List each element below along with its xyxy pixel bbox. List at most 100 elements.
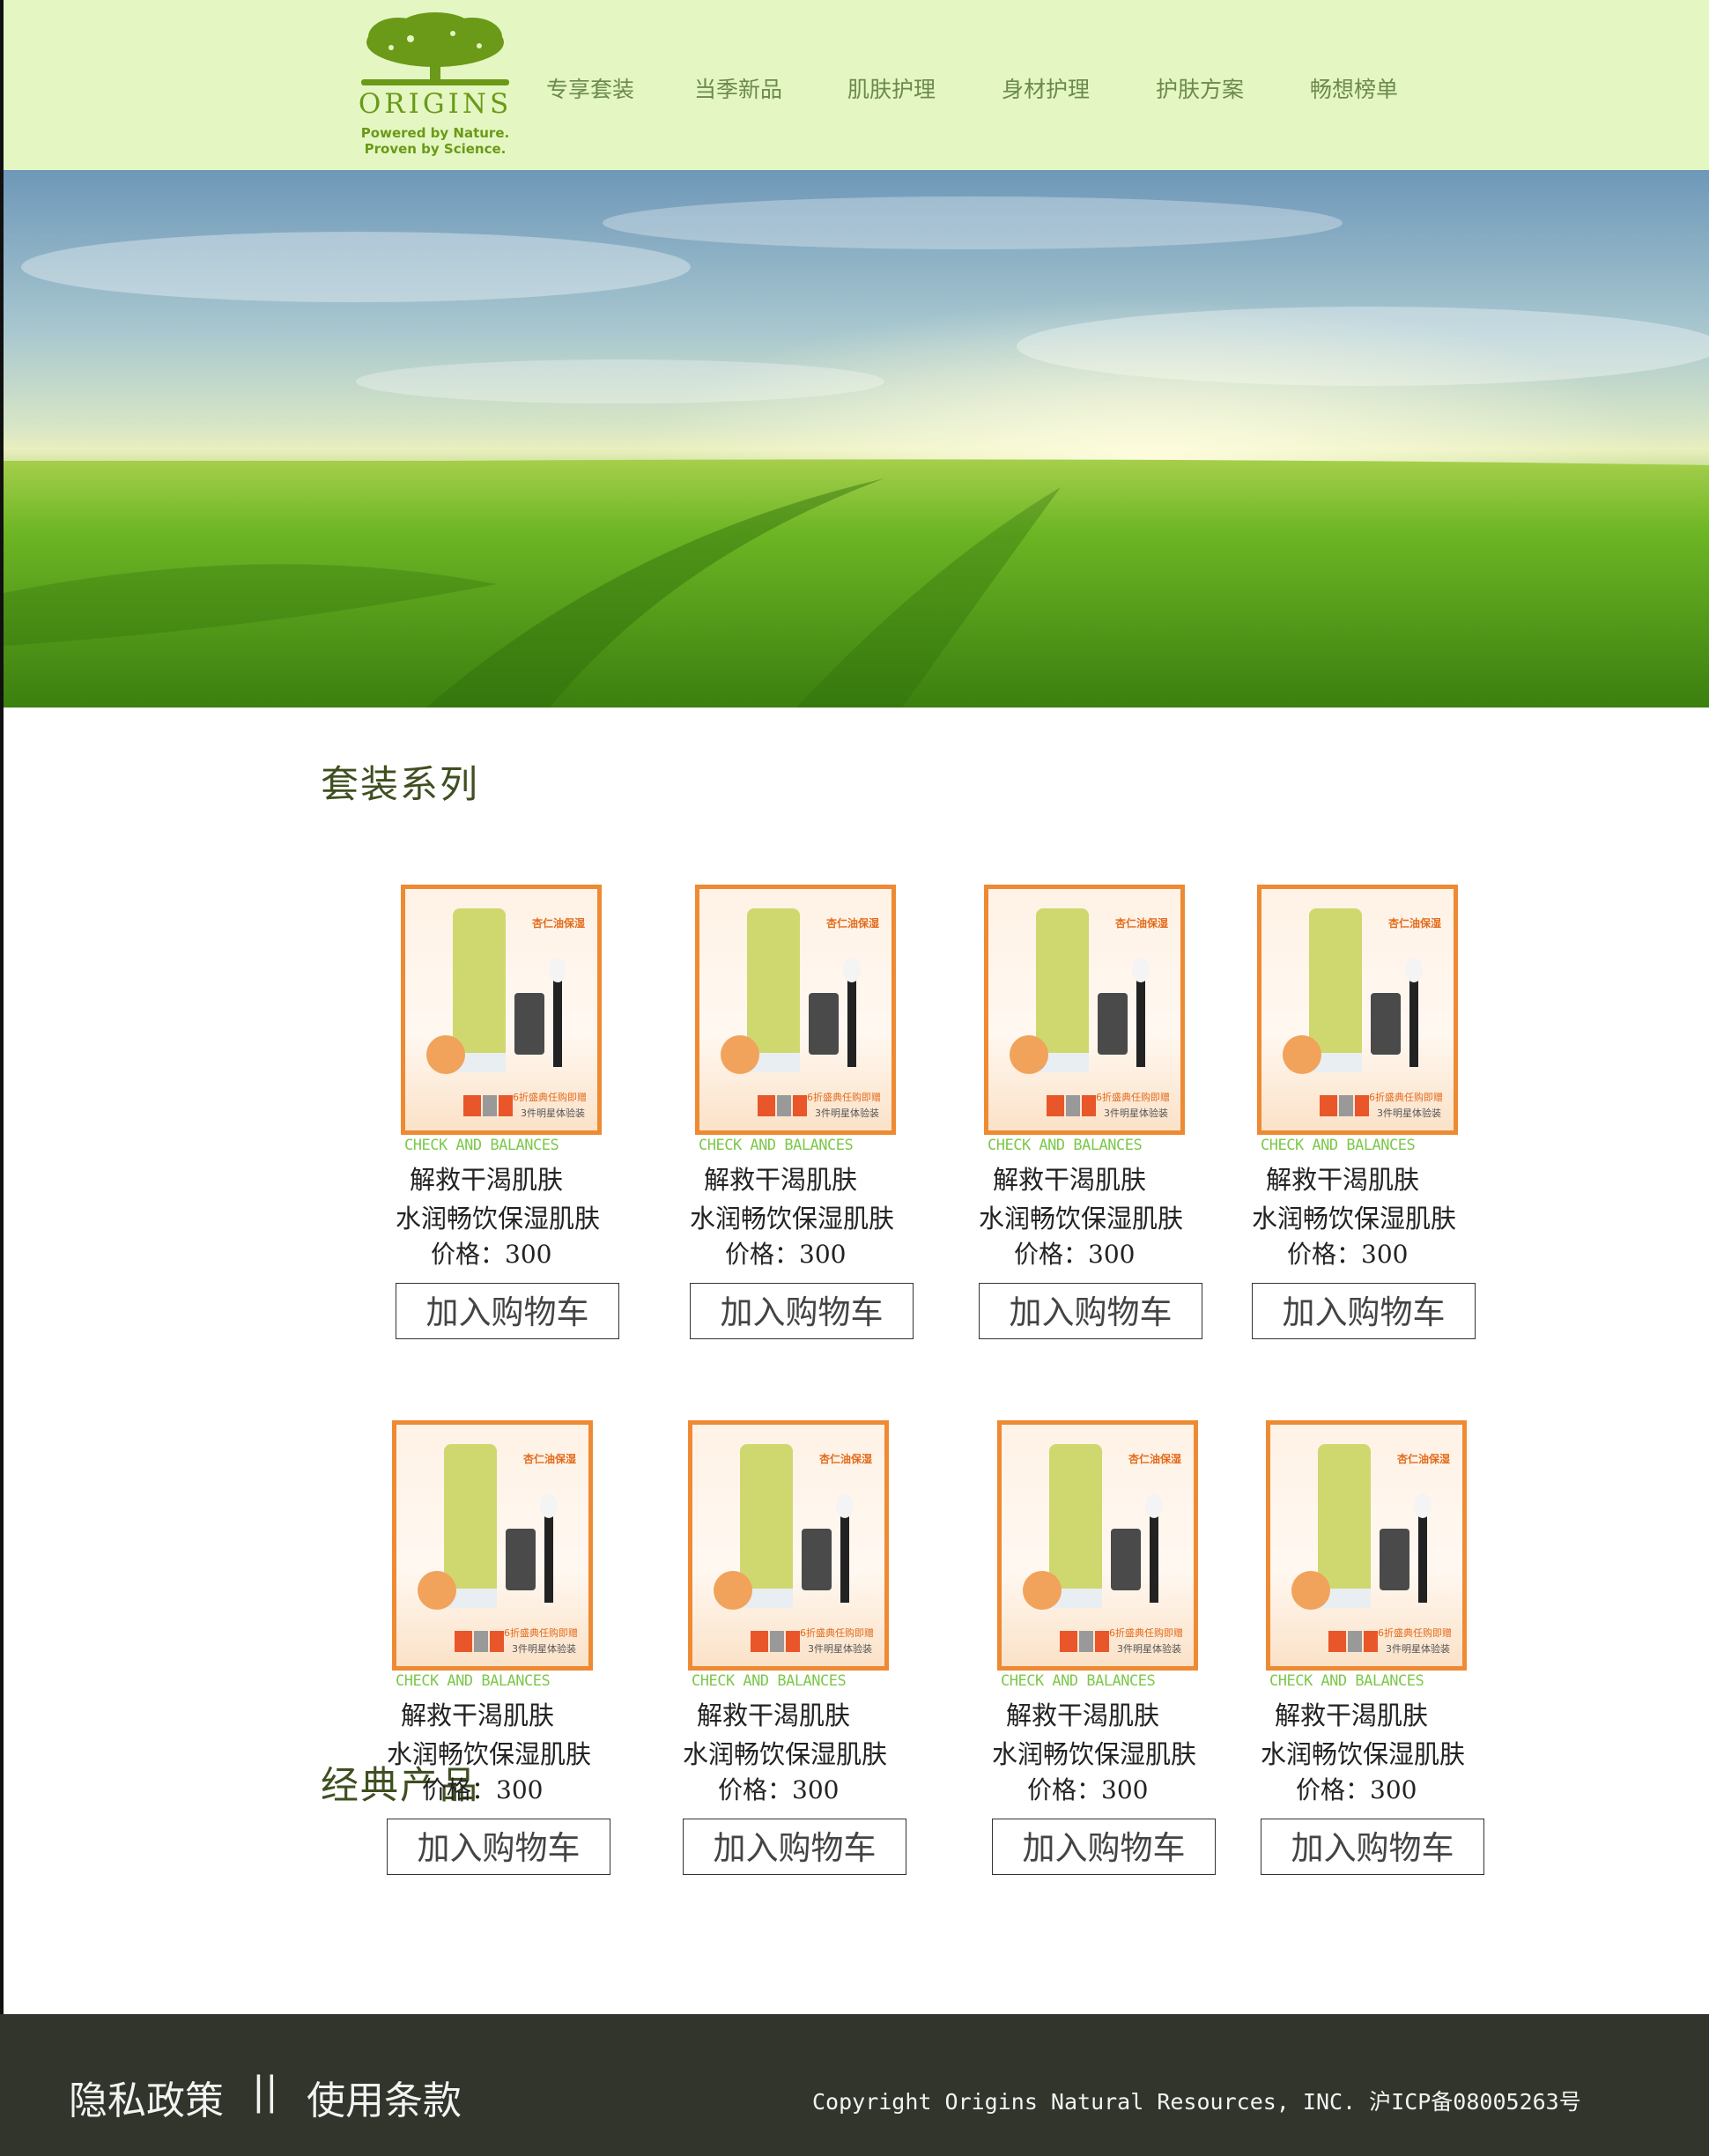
add-to-cart-button[interactable]: 加入购物车 — [683, 1819, 906, 1875]
product-price: 价格：300 — [431, 1240, 552, 1269]
product-image[interactable]: 杏仁油保湿 6折盛典任购即赠 3件明星体验装 — [695, 885, 896, 1135]
product-card: 杏仁油保湿 6折盛典任购即赠 3件明星体验装 CHECK AND BALANCE… — [683, 1420, 926, 1875]
nav-item-skin-solutions[interactable]: 护肤方案 — [1156, 72, 1244, 104]
add-to-cart-button[interactable]: 加入购物车 — [979, 1283, 1202, 1339]
promo-label-gift: 6折盛典任购即赠 — [504, 1627, 578, 1639]
product-image[interactable]: 杏仁油保湿 6折盛典任购即赠 3件明星体验装 — [984, 885, 1185, 1135]
grass-field-image — [4, 170, 1709, 708]
tree-logo-icon — [361, 12, 509, 85]
product-name-line1: 解救干渴肌肤 — [410, 1165, 564, 1195]
nav-item-body-care[interactable]: 身材护理 — [1002, 72, 1090, 104]
promo-label-gift: 6折盛典任购即赠 — [1378, 1627, 1452, 1639]
product-image[interactable]: 杏仁油保湿 6折盛典任购即赠 3件明星体验装 — [401, 885, 602, 1135]
nav-item-skin-care[interactable]: 肌肤护理 — [847, 72, 936, 104]
product-series: CHECK AND BALANCES — [404, 1137, 559, 1154]
product-series: CHECK AND BALANCES — [699, 1137, 854, 1154]
product-price: 价格：300 — [718, 1775, 840, 1804]
promo-label-top: 杏仁油保湿 — [818, 1453, 872, 1465]
product-price: 价格：300 — [1287, 1240, 1409, 1269]
product-card: 杏仁油保湿 6折盛典任购即赠 3件明星体验装 CHECK AND BALANCE… — [690, 885, 933, 1339]
site-header: ORIGINS Powered by Nature. Proven by Sci… — [0, 0, 1709, 170]
promo-label-trial: 3件明星体验装 — [815, 1108, 879, 1119]
product-price: 价格：300 — [1296, 1775, 1417, 1804]
product-series: CHECK AND BALANCES — [692, 1672, 847, 1690]
logo-tagline-2: Proven by Science. — [364, 141, 507, 157]
footer-separator: || — [252, 2069, 278, 2114]
nav-item-exclusive-sets[interactable]: 专享套装 — [546, 72, 634, 104]
product-image[interactable]: 杏仁油保湿 6折盛典任购即赠 3件明星体验装 — [688, 1420, 889, 1671]
promo-label-gift: 6折盛典任购即赠 — [1096, 1092, 1170, 1103]
product-card: 杏仁油保湿 6折盛典任购即赠 3件明星体验装 CHECK AND BALANCE… — [387, 1420, 630, 1875]
product-series: CHECK AND BALANCES — [1261, 1137, 1416, 1154]
promo-label-gift: 6折盛典任购即赠 — [1369, 1092, 1443, 1103]
promo-label-gift: 6折盛典任购即赠 — [1109, 1627, 1183, 1639]
terms-of-use-link[interactable]: 使用条款 — [307, 2069, 462, 2125]
product-name-line1: 解救干渴肌肤 — [697, 1700, 851, 1730]
promo-label-trial: 3件明星体验装 — [1377, 1108, 1441, 1119]
add-to-cart-button[interactable]: 加入购物车 — [690, 1283, 914, 1339]
product-price: 价格：300 — [1014, 1240, 1136, 1269]
logo-wordmark: ORIGINS — [358, 88, 513, 120]
product-image[interactable]: 杏仁油保湿 6折盛典任购即赠 3件明星体验装 — [392, 1420, 593, 1671]
product-name-line2: 水润畅饮保湿肌肤 — [992, 1739, 1197, 1769]
product-name-line1: 解救干渴肌肤 — [401, 1700, 555, 1730]
product-name-line2: 水润畅饮保湿肌肤 — [1261, 1739, 1466, 1769]
promo-label-trial: 3件明星体验装 — [808, 1643, 872, 1655]
product-name-line1: 解救干渴肌肤 — [1006, 1700, 1160, 1730]
product-series: CHECK AND BALANCES — [988, 1137, 1143, 1154]
copyright-text: Copyright Origins Natural Resources, INC… — [812, 2089, 1581, 2115]
promo-label-top: 杏仁油保湿 — [1128, 1453, 1181, 1465]
product-name-line2: 水润畅饮保湿肌肤 — [979, 1204, 1184, 1234]
product-name-line1: 解救干渴肌肤 — [1266, 1165, 1420, 1195]
promo-label-top: 杏仁油保湿 — [1387, 917, 1441, 930]
product-card: 杏仁油保湿 6折盛典任购即赠 3件明星体验装 CHECK AND BALANCE… — [1261, 1420, 1504, 1875]
product-image[interactable]: 杏仁油保湿 6折盛典任购即赠 3件明星体验装 — [1266, 1420, 1467, 1671]
product-card: 杏仁油保湿 6折盛典任购即赠 3件明星体验装 CHECK AND BALANCE… — [992, 1420, 1235, 1875]
product-name-line2: 水润畅饮保湿肌肤 — [1252, 1204, 1457, 1234]
promo-label-top: 杏仁油保湿 — [1396, 1453, 1450, 1465]
promo-label-top: 杏仁油保湿 — [825, 917, 879, 930]
promo-label-top: 杏仁油保湿 — [522, 1453, 576, 1465]
promo-label-top: 杏仁油保湿 — [1114, 917, 1168, 930]
promo-label-trial: 3件明星体验装 — [512, 1643, 576, 1655]
nav-item-new-season[interactable]: 当季新品 — [694, 72, 782, 104]
promo-label-gift: 6折盛典任购即赠 — [800, 1627, 874, 1639]
product-card: 杏仁油保湿 6折盛典任购即赠 3件明星体验装 CHECK AND BALANCE… — [396, 885, 639, 1339]
promo-label-gift: 6折盛典任购即赠 — [513, 1092, 587, 1103]
product-series: CHECK AND BALANCES — [1269, 1672, 1424, 1690]
product-card: 杏仁油保湿 6折盛典任购即赠 3件明星体验装 CHECK AND BALANCE… — [1252, 885, 1495, 1339]
add-to-cart-button[interactable]: 加入购物车 — [1252, 1283, 1476, 1339]
product-name-line1: 解救干渴肌肤 — [704, 1165, 858, 1195]
product-series: CHECK AND BALANCES — [396, 1672, 551, 1690]
promo-label-trial: 3件明星体验装 — [1104, 1108, 1168, 1119]
product-price: 价格：300 — [725, 1240, 847, 1269]
promo-label-trial: 3件明星体验装 — [1117, 1643, 1181, 1655]
hero-banner-image — [0, 170, 1709, 708]
product-image[interactable]: 杏仁油保湿 6折盛典任购即赠 3件明星体验装 — [1257, 885, 1458, 1135]
product-card: 杏仁油保湿 6折盛典任购即赠 3件明星体验装 CHECK AND BALANCE… — [979, 885, 1222, 1339]
section-title-sets: 套装系列 — [321, 763, 479, 807]
add-to-cart-button[interactable]: 加入购物车 — [1261, 1819, 1484, 1875]
add-to-cart-button[interactable]: 加入购物车 — [396, 1283, 619, 1339]
page-left-edge — [0, 708, 4, 2014]
origins-logo[interactable]: ORIGINS Powered by Nature. Proven by Sci… — [356, 12, 514, 162]
promo-label-trial: 3件明星体验装 — [521, 1108, 585, 1119]
product-price: 价格：300 — [422, 1775, 544, 1804]
promo-label-top: 杏仁油保湿 — [531, 917, 585, 930]
product-price: 价格：300 — [1027, 1775, 1149, 1804]
product-series: CHECK AND BALANCES — [1001, 1672, 1156, 1690]
product-name-line2: 水润畅饮保湿肌肤 — [396, 1204, 601, 1234]
site-footer: 隐私政策 || 使用条款 Copyright Origins Natural R… — [0, 2014, 1709, 2156]
product-name-line1: 解救干渴肌肤 — [993, 1165, 1147, 1195]
product-name-line2: 水润畅饮保湿肌肤 — [683, 1739, 888, 1769]
nav-item-rankings[interactable]: 畅想榜单 — [1310, 72, 1398, 104]
promo-label-gift: 6折盛典任购即赠 — [807, 1092, 881, 1103]
add-to-cart-button[interactable]: 加入购物车 — [387, 1819, 610, 1875]
product-name-line2: 水润畅饮保湿肌肤 — [387, 1739, 592, 1769]
privacy-policy-link[interactable]: 隐私政策 — [69, 2069, 224, 2125]
product-name-line1: 解救干渴肌肤 — [1275, 1700, 1429, 1730]
product-image[interactable]: 杏仁油保湿 6折盛典任购即赠 3件明星体验装 — [997, 1420, 1198, 1671]
add-to-cart-button[interactable]: 加入购物车 — [992, 1819, 1216, 1875]
logo-tagline-1: Powered by Nature. — [360, 125, 510, 141]
product-name-line2: 水润畅饮保湿肌肤 — [690, 1204, 895, 1234]
